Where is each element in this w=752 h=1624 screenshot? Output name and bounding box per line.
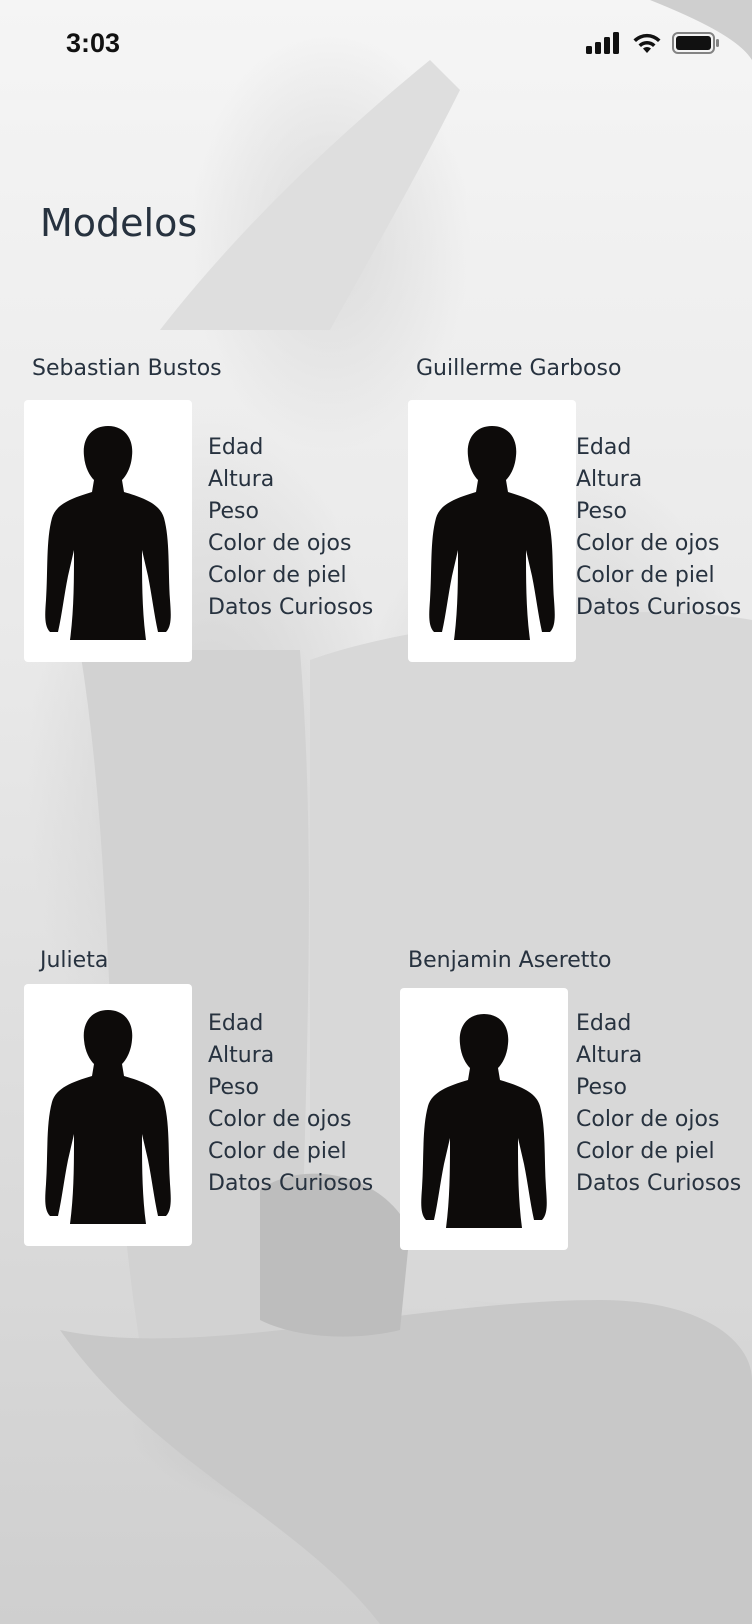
model-name: Benjamin Aseretto <box>408 948 612 973</box>
attr-peso: Peso <box>208 1075 259 1100</box>
attr-color-piel: Color de piel <box>576 1139 715 1164</box>
wifi-icon <box>632 32 662 58</box>
model-name: Julieta <box>40 948 109 973</box>
model-attributes: Edad Altura Peso Color de ojos Color de … <box>208 432 373 624</box>
person-silhouette-icon <box>421 1014 547 1228</box>
model-attributes: Edad Altura Peso Color de ojos Color de … <box>576 1008 741 1200</box>
status-icons <box>586 32 720 58</box>
attr-datos-curiosos: Datos Curiosos <box>208 1171 374 1196</box>
attr-color-ojos: Color de ojos <box>208 531 352 556</box>
model-attributes: Edad Altura Peso Color de ojos Color de … <box>576 432 741 624</box>
model-photo[interactable] <box>24 984 192 1246</box>
attr-edad: Edad <box>208 1011 264 1036</box>
attr-edad: Edad <box>576 435 632 460</box>
attr-color-piel: Color de piel <box>208 1139 347 1164</box>
attr-color-ojos: Color de ojos <box>576 531 720 556</box>
model-photo[interactable] <box>24 400 192 662</box>
model-attributes: Edad Altura Peso Color de ojos Color de … <box>208 1008 373 1200</box>
attr-altura: Altura <box>576 467 643 492</box>
model-photo[interactable] <box>400 988 568 1250</box>
status-time: 3:03 <box>66 28 121 58</box>
attr-color-ojos: Color de ojos <box>208 1107 352 1132</box>
attr-altura: Altura <box>208 1043 275 1068</box>
attr-color-ojos: Color de ojos <box>576 1107 720 1132</box>
status-bar: 3:03 <box>0 0 752 90</box>
model-name: Sebastian Bustos <box>32 356 222 381</box>
attr-edad: Edad <box>208 435 264 460</box>
model-name: Guillerme Garboso <box>416 356 622 381</box>
page-title: Modelos <box>40 201 198 246</box>
attr-peso: Peso <box>576 1075 627 1100</box>
attr-peso: Peso <box>208 499 259 524</box>
signal-icon <box>586 32 622 58</box>
attr-altura: Altura <box>208 467 275 492</box>
attr-color-piel: Color de piel <box>208 563 347 588</box>
attr-altura: Altura <box>576 1043 643 1068</box>
person-silhouette-icon <box>45 1010 171 1224</box>
attr-color-piel: Color de piel <box>576 563 715 588</box>
attr-datos-curiosos: Datos Curiosos <box>576 1171 742 1196</box>
model-photo[interactable] <box>408 400 576 662</box>
attr-peso: Peso <box>576 499 627 524</box>
battery-icon <box>672 32 720 58</box>
person-silhouette-icon <box>429 426 555 640</box>
person-silhouette-icon <box>45 426 171 640</box>
attr-datos-curiosos: Datos Curiosos <box>576 595 742 620</box>
attr-datos-curiosos: Datos Curiosos <box>208 595 374 620</box>
attr-edad: Edad <box>576 1011 632 1036</box>
